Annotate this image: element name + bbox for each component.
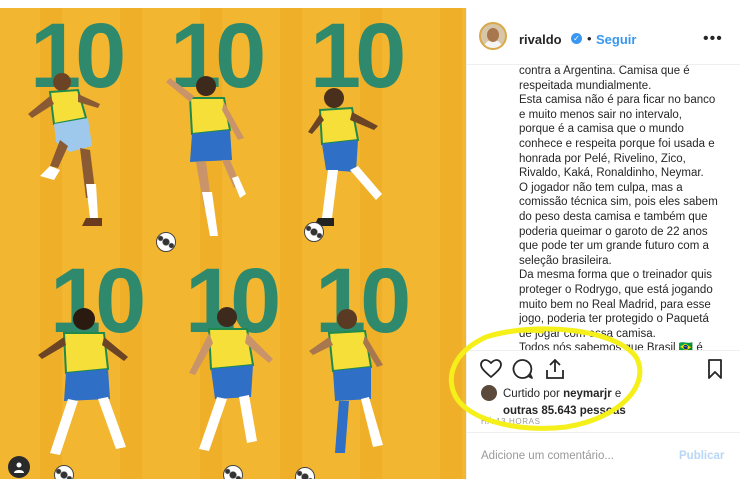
caption-line: e muito menos sair no intervalo, xyxy=(519,108,682,121)
post-timestamp: HÁ 13 HORAS xyxy=(481,417,541,426)
player-panel-2: 10 xyxy=(156,8,310,252)
instagram-post: 10 10 10 10 10 10 rivaldo ✓ • Seguir •••… xyxy=(0,0,740,479)
caption-line: muito bem no Real Madrid, para esse xyxy=(519,298,711,311)
caption-line: de jogar com essa camisa. xyxy=(519,327,656,340)
caption-line: jogo, poderia ter protegido o Paquetá xyxy=(519,313,709,326)
comment-input[interactable] xyxy=(481,450,661,462)
save-bookmark-icon[interactable] xyxy=(703,357,727,381)
post-caption: contra a Argentina. Camisa que é respeit… xyxy=(519,64,733,350)
share-icon[interactable] xyxy=(543,357,567,381)
caption-line: Da mesma forma que o treinador quis xyxy=(519,269,713,282)
liker-username-link[interactable]: neymarjr xyxy=(563,388,612,400)
tagged-user-icon[interactable] xyxy=(8,456,30,478)
username-link[interactable]: rivaldo xyxy=(519,32,562,47)
comment-icon[interactable] xyxy=(511,357,535,381)
caption-line: contra a Argentina. Camisa que é xyxy=(519,65,690,77)
caption-line: do peso desta camisa e também que xyxy=(519,210,708,223)
likes-line: Curtido por neymarjr e xyxy=(503,388,622,400)
player-illustration xyxy=(166,76,246,236)
player-panel-5: 10 xyxy=(175,253,325,479)
caption-line: Todos nós sabemos que Brasil 🇧🇷 é xyxy=(519,342,703,350)
caption-line: O jogador não tem culpa, mas a xyxy=(519,181,683,194)
player-panel-4: 10 xyxy=(38,253,190,479)
player-panel-3: 10 xyxy=(300,8,450,242)
caption-line: proteger o Rodrygo, que está jogando xyxy=(519,283,713,296)
player-illustration xyxy=(38,308,128,455)
player-panel-6: 10 xyxy=(295,253,455,479)
player-illustration xyxy=(308,88,382,226)
likes-others: outras 85.643 pessoas xyxy=(503,405,626,417)
likes-count-link[interactable]: outras 85.643 pessoas xyxy=(503,405,626,417)
caption-line: respeitada mundialmente. xyxy=(519,79,652,92)
post-side-panel: rivaldo ✓ • Seguir ••• contra a Argentin… xyxy=(466,8,740,479)
caption-line: que pode ter um grande futuro com a xyxy=(519,240,709,253)
follow-button[interactable]: Seguir xyxy=(596,32,636,47)
liker-avatar xyxy=(481,385,497,401)
caption-line: conhece e respeita porque foi usada e xyxy=(519,137,715,150)
caption-line: seleção brasileira. xyxy=(519,254,612,267)
player-illustration xyxy=(309,309,383,453)
caption-line: comissão técnica sim, pois eles sabem xyxy=(519,196,718,209)
player-illustration xyxy=(189,307,273,451)
publish-button[interactable]: Publicar xyxy=(679,450,724,462)
caption-line: porque é a camisa que o mundo xyxy=(519,123,684,136)
more-options-icon[interactable]: ••• xyxy=(703,30,723,48)
like-heart-icon[interactable] xyxy=(479,357,503,381)
caption-line: poderia queimar o garoto de 22 anos xyxy=(519,225,708,238)
caption-line: Esta camisa não é para ficar no banco xyxy=(519,94,716,107)
caption-line: Rivaldo, Kaká, Ronaldinho, Neymar. xyxy=(519,167,704,180)
caption-line: honrada por Pelé, Rivelino, Zico, xyxy=(519,152,686,165)
player-panel-1: 10 xyxy=(20,8,170,238)
separator-dot: • xyxy=(587,31,592,46)
post-image[interactable]: 10 10 10 10 10 10 xyxy=(0,8,466,479)
post-actions xyxy=(467,350,740,391)
post-header: rivaldo ✓ • Seguir ••• xyxy=(467,8,740,65)
verified-badge-icon: ✓ xyxy=(571,33,582,44)
comment-bar: Publicar xyxy=(467,432,740,480)
player-illustration xyxy=(28,73,102,226)
avatar[interactable] xyxy=(479,22,507,50)
